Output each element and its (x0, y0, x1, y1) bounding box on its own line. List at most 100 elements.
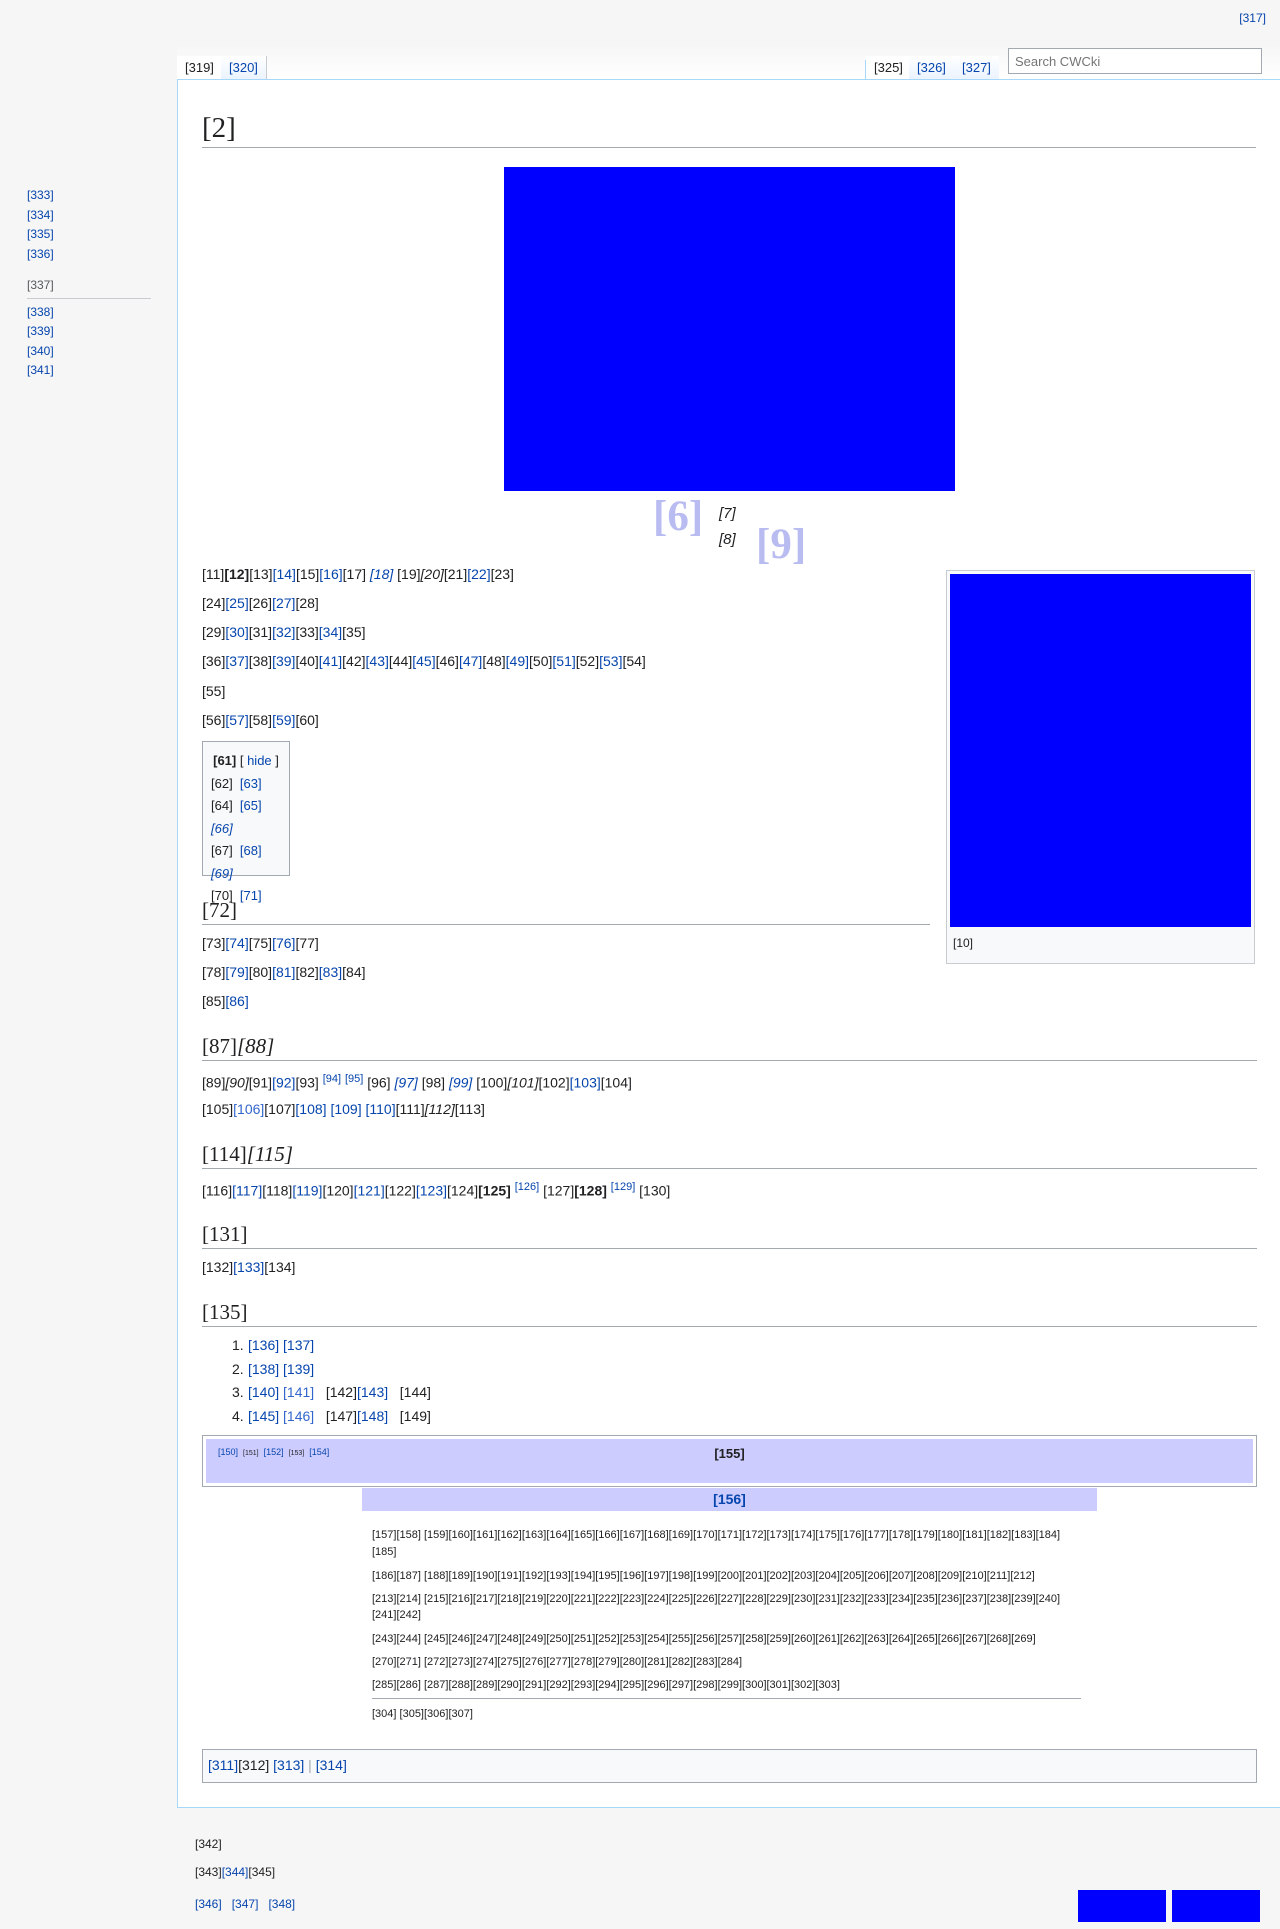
footer-link[interactable]: [347] (232, 1897, 259, 1911)
ref-link[interactable]: [79] (225, 964, 248, 980)
sidebar-link[interactable]: [334] (27, 208, 54, 222)
ref-link[interactable]: [108] (295, 1101, 326, 1117)
ref-link[interactable]: [25] (225, 595, 248, 611)
ref-link[interactable]: [53] (599, 653, 622, 669)
footer-badge[interactable] (1172, 1890, 1260, 1922)
sidebar-link[interactable]: [335] (27, 227, 54, 241)
tab-edit[interactable]: [327] (954, 56, 999, 80)
footer-link[interactable]: [344] (222, 1865, 249, 1879)
category-link[interactable]: [311] (208, 1757, 238, 1773)
ref-link[interactable]: [138] (248, 1361, 279, 1377)
footer-link[interactable]: [346] (195, 1897, 222, 1911)
main-content: [2] [6] [7] [8] [9] [10] [11][12][13][14… (177, 79, 1280, 1808)
ref-link[interactable]: [49] (506, 653, 529, 669)
toc-item[interactable]: [63] (240, 776, 262, 791)
ref-link[interactable]: [136] (248, 1337, 279, 1353)
section-heading: [135] (202, 1300, 1257, 1327)
toc-hide-toggle[interactable]: hide (247, 753, 272, 768)
ref-link[interactable]: [145] (248, 1408, 279, 1424)
navbox2-title[interactable]: [156] (362, 1488, 1097, 1511)
paragraph-4: [36][37][38][39][40][41][42][43][44][45]… (202, 653, 646, 669)
ref-link[interactable]: [129] (611, 1181, 635, 1193)
ref-link[interactable]: [59] (272, 712, 295, 728)
ref-link[interactable]: [117] (232, 1183, 262, 1199)
ref-link[interactable]: [86] (225, 993, 248, 1009)
ref-link[interactable]: [119] (292, 1183, 322, 1199)
ref-link[interactable]: [45] (412, 653, 435, 669)
footer-badge[interactable] (1078, 1890, 1166, 1922)
ref-link[interactable]: [94] (323, 1073, 341, 1085)
ref-link[interactable]: [148] (357, 1408, 388, 1424)
ref-link[interactable]: [81] (272, 964, 295, 980)
tab-read[interactable]: [325] (866, 56, 912, 80)
sidebar-link[interactable]: [339] (27, 324, 54, 338)
sidebar-group-title: [337] (27, 276, 151, 299)
ref-link[interactable]: [99] (449, 1075, 472, 1091)
ref-link[interactable]: [121] (354, 1183, 385, 1199)
sidebar-link[interactable]: [338] (27, 305, 54, 319)
ref-link[interactable]: [16] (319, 566, 342, 582)
section-2-line-2: [105][106][107][108] [109] [110][111][11… (202, 1101, 485, 1117)
footer-link[interactable]: [348] (268, 1897, 295, 1911)
ref-link[interactable]: [139] (283, 1361, 314, 1377)
ref-link[interactable]: [41] (319, 653, 342, 669)
paragraph-2: [24][25][26][27][28] (202, 595, 319, 611)
ref-link[interactable]: [126] (515, 1181, 539, 1193)
ref-link[interactable]: [14] (273, 566, 296, 582)
navbox2-row: [243][244] [245][246][247][248][249][250… (372, 1633, 1036, 1645)
paragraph-5: [55] (202, 683, 226, 699)
ref-link[interactable]: [39] (272, 653, 295, 669)
category-link[interactable]: [314] (316, 1757, 347, 1773)
ref-link[interactable]: [74] (225, 935, 248, 951)
ref-link[interactable]: [95] (345, 1073, 363, 1085)
ref-link[interactable]: [106] (233, 1101, 264, 1117)
ref-link[interactable]: [103] (570, 1075, 601, 1091)
category-link[interactable]: [313] (273, 1757, 304, 1773)
search-input[interactable] (1008, 48, 1262, 74)
ref-link[interactable]: [110] (365, 1101, 395, 1117)
tab-talk[interactable]: [320] (221, 56, 267, 80)
ref-link[interactable]: [37] (225, 653, 248, 669)
ref-link[interactable]: [137] (283, 1337, 314, 1353)
ref-link[interactable]: [123] (416, 1183, 447, 1199)
ref-link[interactable]: [47] (459, 653, 482, 669)
navbox2-row: [185] (372, 1546, 397, 1558)
main-image[interactable] (504, 167, 955, 491)
ref-link[interactable]: [51] (552, 653, 575, 669)
ref-link[interactable]: [97] (394, 1075, 417, 1091)
navbox: [150] [151] [152] [153] [154] [155] (202, 1435, 1257, 1487)
navbox2-row: [304] [305][306][307] (372, 1708, 473, 1720)
ref-link[interactable]: [140] (248, 1384, 279, 1400)
section-heading: [131] (202, 1222, 1257, 1249)
ref-link[interactable]: [146] (283, 1408, 314, 1424)
ref-link[interactable]: [27] (272, 595, 295, 611)
sidebar-link[interactable]: [340] (27, 344, 54, 358)
sidebar-link[interactable]: [341] (27, 363, 54, 377)
thumb-image[interactable] (950, 574, 1251, 927)
ref-link[interactable]: [18] (370, 566, 393, 582)
sidebar-link[interactable]: [333] (27, 188, 54, 202)
navbox2-row: [213][214] [215][216][217][218][219][220… (372, 1593, 1061, 1605)
ref-link[interactable]: [30] (225, 624, 248, 640)
ref-link[interactable]: [143] (357, 1384, 388, 1400)
ref-link[interactable]: [92] (272, 1075, 295, 1091)
sidebar-link[interactable]: [336] (27, 247, 54, 261)
ref-link[interactable]: [43] (366, 653, 389, 669)
ref-link[interactable]: [34] (319, 624, 342, 640)
ref-link[interactable]: [133] (233, 1259, 264, 1275)
ref-link[interactable]: [32] (272, 624, 295, 640)
top-right-link[interactable]: [317] (1239, 11, 1266, 25)
ref-link[interactable]: [22] (467, 566, 490, 582)
tab-history[interactable]: [326] (909, 56, 955, 80)
caption-big-2: [9] (756, 521, 807, 568)
ref-link[interactable]: [141] (283, 1384, 314, 1400)
table-of-contents: [61] [ hide ] [62] [63] [64] [65][66] [6… (202, 741, 290, 903)
toc-title: [61] (213, 753, 237, 768)
ref-link[interactable]: [83] (319, 964, 342, 980)
thumbnail-box: [10] (946, 570, 1255, 964)
ref-link[interactable]: [109] (330, 1101, 361, 1117)
ref-link[interactable]: [57] (225, 712, 248, 728)
ref-link[interactable]: [76] (272, 935, 295, 951)
footer-line-1: [342] (195, 1837, 222, 1851)
tab-page[interactable]: [319] (177, 56, 223, 80)
